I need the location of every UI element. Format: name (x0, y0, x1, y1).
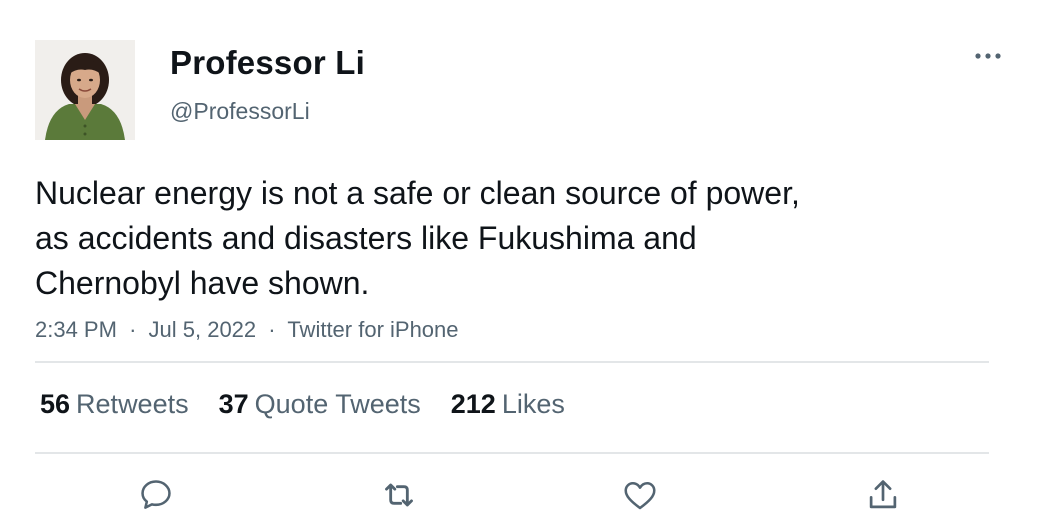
retweets-count: 56 (40, 389, 71, 419)
divider (35, 361, 989, 363)
tweet-meta: 2:34 PM · Jul 5, 2022 · Twitter for iPho… (35, 316, 459, 344)
tweet-card: Professor Li @ProfessorLi Nuclear energy… (0, 0, 1050, 525)
tweet-date[interactable]: Jul 5, 2022 (149, 317, 257, 342)
avatar-photo-icon (35, 40, 135, 140)
like-icon (624, 482, 656, 510)
meta-separator: · (129, 317, 137, 342)
like-button[interactable] (615, 470, 665, 520)
likes-stat[interactable]: 212 Likes (451, 387, 565, 421)
likes-count: 212 (450, 389, 496, 419)
share-icon (869, 480, 897, 509)
user-handle[interactable]: @ProfessorLi (170, 97, 310, 125)
divider (35, 452, 989, 454)
retweet-icon (385, 483, 413, 507)
tweet-text-line: as accidents and disasters like Fukushim… (35, 220, 697, 256)
quote-tweets-label: Quote Tweets (254, 389, 421, 419)
likes-label: Likes (501, 389, 565, 419)
tweet-text-line: Chernobyl have shown. (35, 265, 370, 301)
engagement-stats: 56 Retweets 37 Quote Tweets 212 Likes (40, 387, 595, 421)
tweet-text: Nuclear energy is not a safe or clean so… (35, 171, 935, 306)
reply-icon (141, 480, 171, 509)
tweet-source[interactable]: Twitter for iPhone (287, 317, 458, 342)
retweets-label: Retweets (76, 389, 189, 419)
retweet-button[interactable] (374, 470, 424, 520)
tweet-time[interactable]: 2:34 PM (35, 317, 117, 342)
display-name[interactable]: Professor Li (170, 44, 365, 82)
action-bar (0, 470, 1050, 520)
tweet-text-line: Nuclear energy is not a safe or clean so… (35, 175, 800, 211)
retweets-stat[interactable]: 56 Retweets (40, 387, 189, 421)
more-icon (975, 53, 1001, 59)
more-options-button[interactable] (970, 44, 1006, 68)
meta-separator: · (268, 317, 276, 342)
quote-tweets-count: 37 (218, 389, 249, 419)
reply-button[interactable] (131, 470, 181, 520)
avatar[interactable] (35, 40, 135, 140)
share-button[interactable] (858, 470, 908, 520)
quote-tweets-stat[interactable]: 37 Quote Tweets (219, 387, 421, 421)
